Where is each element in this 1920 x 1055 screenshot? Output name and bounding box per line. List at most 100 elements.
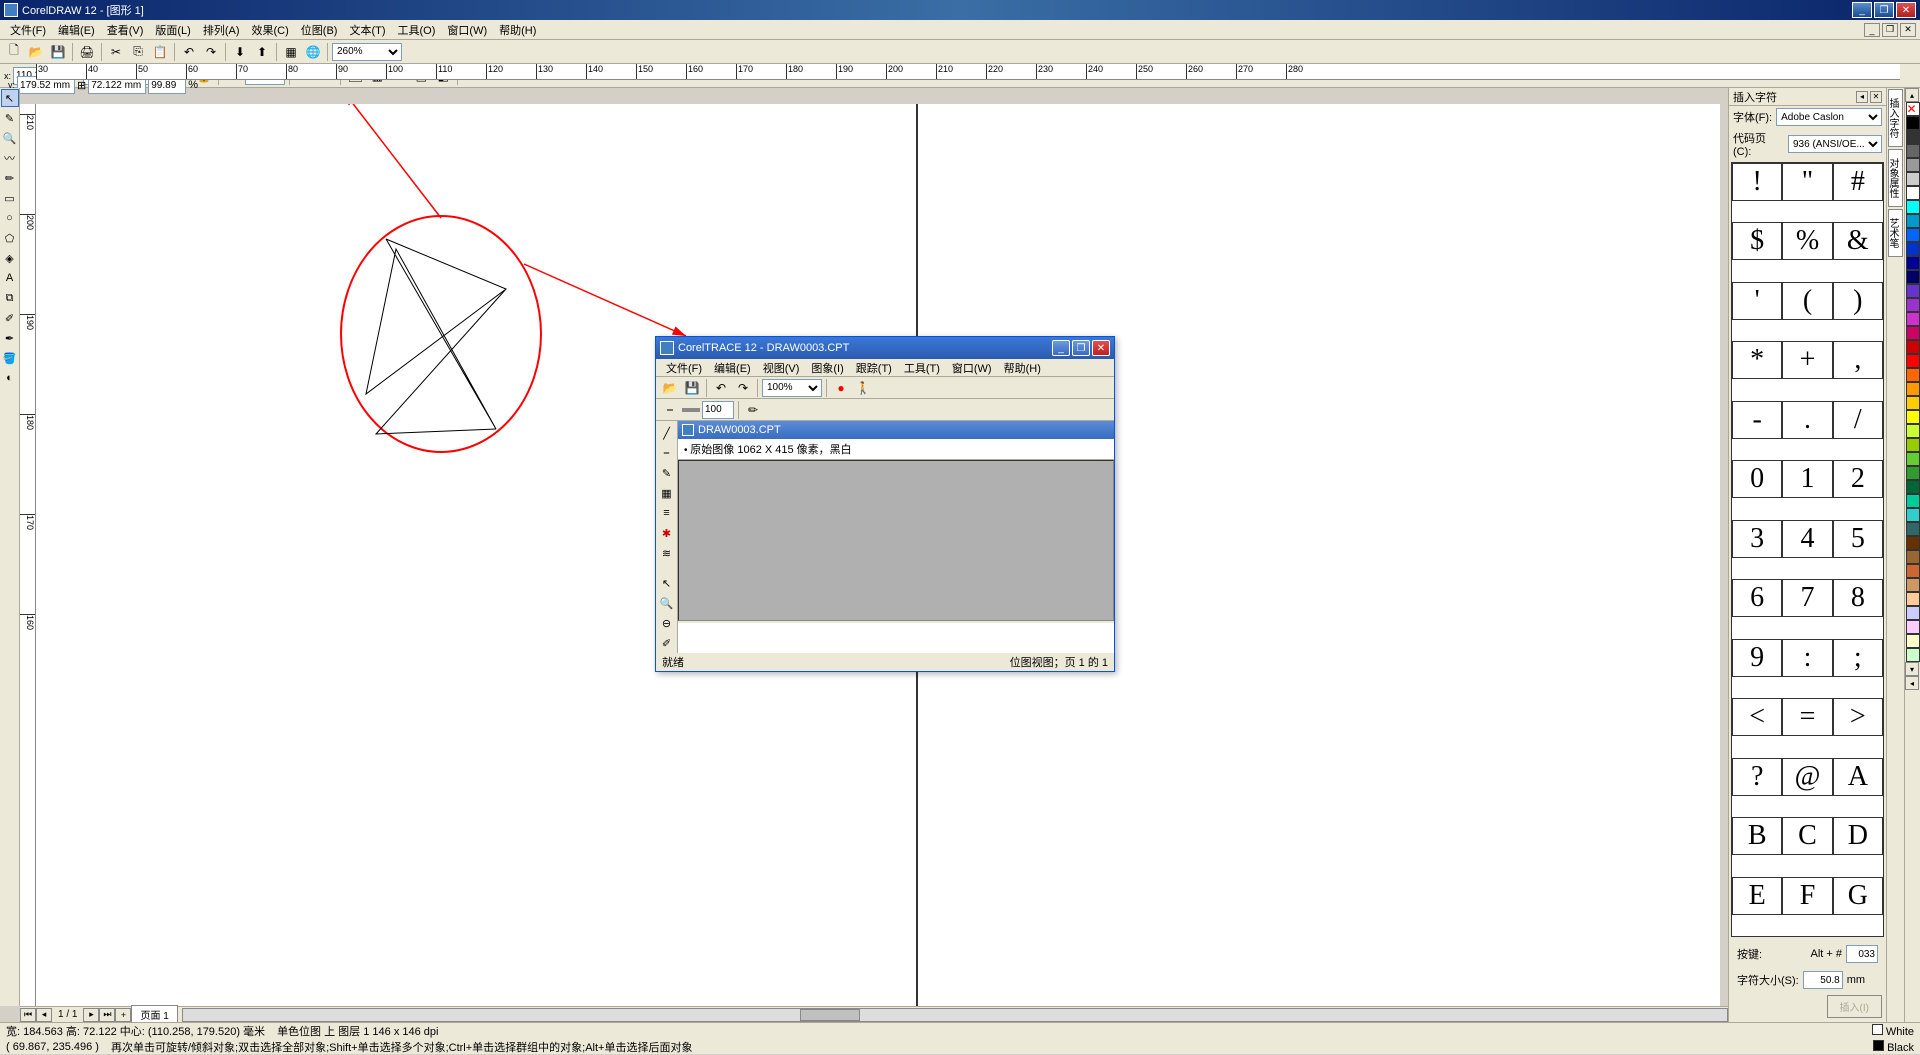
color-swatch[interactable] — [1906, 508, 1920, 522]
char-cell[interactable]: D — [1833, 817, 1883, 855]
menu-help[interactable]: 帮助(H) — [493, 20, 542, 40]
trace-menu-view[interactable]: 视图(V) — [757, 358, 806, 378]
char-cell[interactable]: A — [1833, 758, 1883, 796]
trace-undo-icon[interactable]: ↶ — [711, 378, 731, 398]
trace-zoom-select[interactable]: 100% — [762, 379, 822, 397]
char-cell[interactable]: / — [1833, 401, 1883, 439]
color-swatch[interactable] — [1906, 298, 1920, 312]
char-size-input[interactable] — [1803, 971, 1843, 989]
char-cell[interactable]: < — [1732, 698, 1782, 736]
char-cell[interactable]: 5 — [1833, 520, 1883, 558]
char-cell[interactable]: 8 — [1833, 579, 1883, 617]
print-icon[interactable]: 🖨 — [77, 42, 97, 62]
text-tool-icon[interactable]: A — [1, 269, 19, 287]
palette-flyout-icon[interactable]: ◂ — [1905, 676, 1919, 690]
fill-tool-icon[interactable]: 🪣 — [1, 349, 19, 367]
palette-scroll-down-icon[interactable]: ▾ — [1905, 662, 1919, 676]
color-swatch[interactable] — [1906, 550, 1920, 564]
export-icon[interactable]: ⬆ — [252, 42, 272, 62]
mdi-close-button[interactable]: ✕ — [1900, 23, 1916, 37]
char-cell[interactable]: : — [1782, 639, 1832, 677]
font-select[interactable]: Adobe Caslon — [1776, 108, 1882, 126]
trace-width-input[interactable] — [702, 401, 734, 419]
color-swatch[interactable] — [1906, 214, 1920, 228]
trace-zoom-in-icon[interactable]: 🔍 — [658, 594, 676, 612]
char-cell[interactable]: % — [1782, 222, 1832, 260]
color-swatch[interactable] — [1906, 228, 1920, 242]
color-swatch[interactable] — [1906, 256, 1920, 270]
trace-menu-image[interactable]: 图象(I) — [805, 358, 849, 378]
corel-online-icon[interactable]: 🌐 — [303, 42, 323, 62]
page-last-icon[interactable]: ⏭ — [99, 1008, 115, 1022]
color-swatch[interactable] — [1906, 326, 1920, 340]
trace-close-button[interactable]: ✕ — [1092, 340, 1110, 356]
interactive-blend-tool-icon[interactable]: ⧉ — [1, 289, 19, 307]
color-swatch[interactable] — [1906, 396, 1920, 410]
color-swatch[interactable] — [1906, 648, 1920, 662]
import-icon[interactable]: ⬇ — [230, 42, 250, 62]
color-swatch[interactable] — [1906, 130, 1920, 144]
menu-edit[interactable]: 编辑(E) — [52, 20, 101, 40]
menu-text[interactable]: 文本(T) — [343, 20, 391, 40]
freehand-tool-icon[interactable]: 〰 — [1, 149, 19, 167]
trace-outline-tool-icon[interactable]: ╱ — [658, 424, 676, 442]
color-swatch[interactable] — [1906, 172, 1920, 186]
char-cell[interactable]: ( — [1782, 282, 1832, 320]
color-swatch[interactable] — [1906, 312, 1920, 326]
char-cell[interactable]: F — [1782, 877, 1832, 915]
trace-record-icon[interactable]: ● — [831, 378, 851, 398]
codepage-select[interactable]: 936 (ANSI/OE... — [1788, 135, 1882, 153]
color-swatch[interactable] — [1906, 116, 1920, 130]
char-cell[interactable]: 3 — [1732, 520, 1782, 558]
trace-centerline-tool-icon[interactable]: ⎯ — [658, 444, 676, 462]
trace-woodcut-tool-icon[interactable]: ≡ — [658, 504, 676, 522]
color-swatch[interactable] — [1906, 592, 1920, 606]
trace-canvas[interactable] — [678, 460, 1114, 621]
color-swatch[interactable] — [1906, 144, 1920, 158]
mdi-restore-button[interactable]: ❐ — [1882, 23, 1898, 37]
char-cell[interactable]: ; — [1833, 639, 1883, 677]
trace-eyedropper-icon[interactable]: ✐ — [658, 634, 676, 652]
rectangle-tool-icon[interactable]: ▭ — [1, 189, 19, 207]
char-cell[interactable]: . — [1782, 401, 1832, 439]
char-cell[interactable]: 1 — [1782, 460, 1832, 498]
menu-bitmaps[interactable]: 位图(B) — [295, 20, 344, 40]
zoom-tool-icon[interactable]: 🔍 — [1, 129, 19, 147]
char-code-input[interactable] — [1846, 945, 1878, 963]
color-swatch[interactable] — [1906, 368, 1920, 382]
open-icon[interactable]: 📂 — [26, 42, 46, 62]
char-cell[interactable]: # — [1833, 163, 1883, 201]
color-swatch[interactable] — [1906, 466, 1920, 480]
char-cell[interactable]: 9 — [1732, 639, 1782, 677]
char-cell[interactable]: " — [1782, 163, 1832, 201]
trace-advanced-tool-icon[interactable]: ≋ — [658, 544, 676, 562]
smart-draw-tool-icon[interactable]: ✏ — [1, 169, 19, 187]
color-swatch[interactable] — [1906, 536, 1920, 550]
page-add-icon[interactable]: + — [115, 1008, 131, 1022]
char-cell[interactable]: , — [1833, 341, 1883, 379]
menu-arrange[interactable]: 排列(A) — [197, 20, 246, 40]
trace-mosaic-tool-icon[interactable]: ▦ — [658, 484, 676, 502]
basic-shapes-tool-icon[interactable]: ◈ — [1, 249, 19, 267]
docker-tab-artistic[interactable]: 艺术笔 — [1888, 209, 1903, 257]
char-cell[interactable]: 2 — [1833, 460, 1883, 498]
color-swatch[interactable] — [1906, 438, 1920, 452]
char-cell[interactable]: B — [1732, 817, 1782, 855]
char-cell[interactable]: C — [1782, 817, 1832, 855]
maximize-button[interactable]: ❐ — [1874, 2, 1894, 18]
color-swatch[interactable] — [1906, 242, 1920, 256]
char-cell[interactable]: 4 — [1782, 520, 1832, 558]
trace-zoom-out-icon[interactable]: ⊖ — [658, 614, 676, 632]
color-swatch[interactable] — [1906, 270, 1920, 284]
minimize-button[interactable]: _ — [1852, 2, 1872, 18]
char-cell[interactable]: ) — [1833, 282, 1883, 320]
char-cell[interactable]: G — [1833, 877, 1883, 915]
trace-menu-edit[interactable]: 编辑(E) — [708, 358, 757, 378]
trace-title-bar[interactable]: CorelTRACE 12 - DRAW0003.CPT _ ❐ ✕ — [656, 337, 1114, 359]
ellipse-tool-icon[interactable]: ○ — [1, 209, 19, 227]
color-swatch[interactable] — [1906, 424, 1920, 438]
cut-icon[interactable]: ✂ — [106, 42, 126, 62]
char-cell[interactable]: + — [1782, 341, 1832, 379]
docker-tab-insert-char[interactable]: 插入字符 — [1888, 89, 1903, 147]
char-cell[interactable]: * — [1732, 341, 1782, 379]
